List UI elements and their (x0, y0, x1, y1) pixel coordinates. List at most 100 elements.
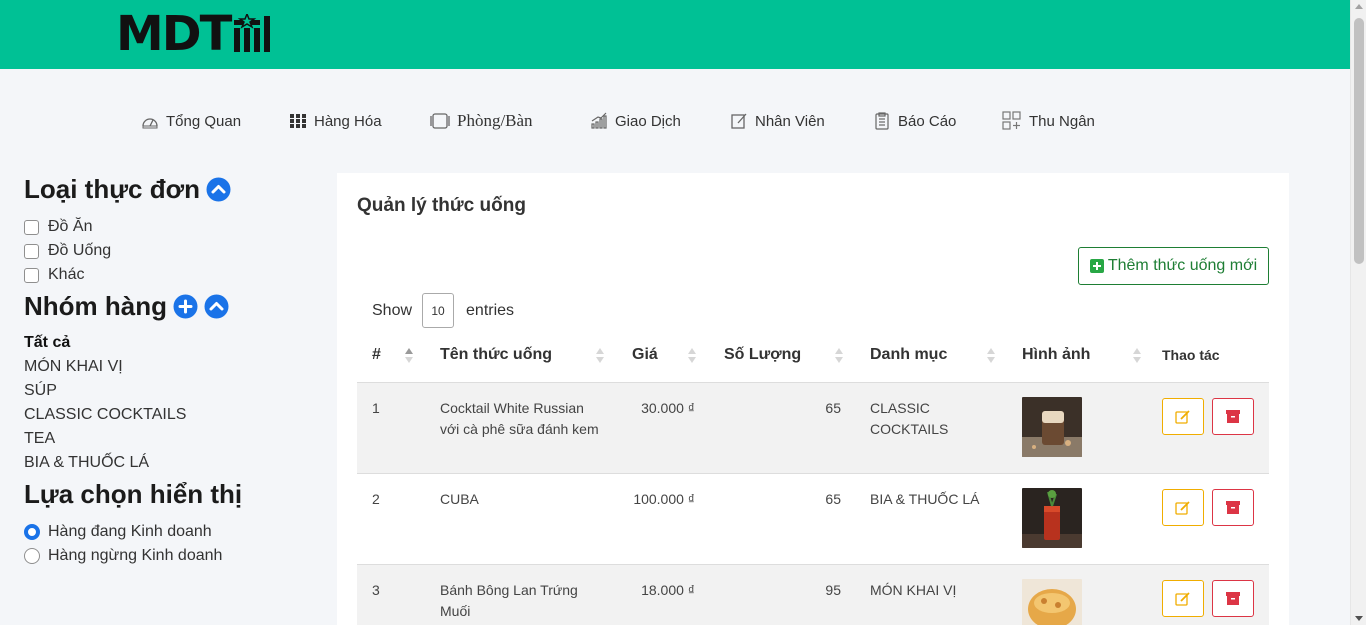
scrollbar-thumb[interactable] (1354, 18, 1364, 264)
delete-button[interactable] (1212, 489, 1254, 526)
nav-label: Tổng Quan (166, 112, 242, 130)
name-line: CUBA (440, 491, 479, 507)
sort-icon[interactable] (987, 348, 995, 364)
sort-icon[interactable] (596, 348, 604, 364)
category-line: COCKTAILS (870, 421, 949, 437)
main-nav: Tổng Quan Hàng Hóa Phòng/Bàn Giao Dịch N… (0, 108, 1350, 134)
menu-type-title: Loại thực đơn (24, 173, 200, 204)
page-length-select[interactable]: 10 (422, 293, 455, 328)
checkbox-label: Đồ Uống (48, 242, 112, 259)
radio[interactable] (24, 548, 40, 564)
sort-icon[interactable] (1133, 348, 1141, 364)
nav-label: Nhân Viên (755, 112, 825, 130)
nav-item-overview[interactable]: Tổng Quan (141, 108, 241, 134)
name-line: Muối (440, 603, 471, 619)
col-image[interactable]: Hình ảnh (1022, 338, 1090, 382)
edit-button[interactable] (1162, 489, 1204, 526)
row-category: MÓN KHAI VỊ (870, 580, 1010, 601)
row-price: 18.000 ₫ (641, 582, 695, 598)
col-actions: Thao tác (1162, 347, 1220, 363)
nav-item-cashier[interactable]: Thu Ngân (1002, 108, 1095, 134)
checkbox[interactable] (24, 219, 39, 235)
name-line: với cà phê sữa đánh kem (440, 421, 599, 437)
nav-item-tables[interactable]: Phòng/Bàn (430, 108, 533, 134)
sort-icon[interactable] (688, 348, 696, 364)
archive-icon (1226, 501, 1240, 514)
display-option-inactive[interactable]: Hàng ngừng Kinh doanh (24, 544, 324, 568)
nav-label: Giao Dịch (615, 112, 681, 130)
menu-type-food[interactable]: Đồ Ăn (24, 215, 324, 239)
group-heading: Nhóm hàng (24, 287, 324, 325)
group-title: Nhóm hàng (24, 290, 167, 321)
add-drink-button[interactable]: Thêm thức uống mới (1078, 247, 1269, 285)
group-item[interactable]: CLASSIC COCKTAILS (24, 403, 324, 427)
nav-item-transactions[interactable]: Giao Dịch (590, 108, 681, 134)
group-item[interactable]: SÚP (24, 379, 324, 403)
row-price: 100.000 ₫ (633, 491, 695, 507)
page-scrollbar[interactable] (1350, 0, 1366, 625)
radio-label: Hàng ngừng Kinh doanh (48, 547, 223, 564)
col-category[interactable]: Danh mục (870, 338, 947, 382)
col-name[interactable]: Tên thức uống (440, 338, 552, 382)
collapse-up-icon[interactable] (206, 177, 231, 202)
radio-selected[interactable] (24, 524, 40, 540)
table-row: 1 Cocktail White Russian với cà phê sữa … (357, 382, 1269, 473)
archive-icon (1226, 410, 1240, 423)
display-option-active[interactable]: Hàng đang Kinh doanh (24, 520, 324, 544)
row-index: 1 (372, 400, 380, 416)
delete-button[interactable] (1212, 580, 1254, 617)
table-header: # Tên thức uống Giá Số Lượng Danh mục Hì… (357, 338, 1269, 382)
nav-item-products[interactable]: Hàng Hóa (289, 108, 382, 134)
group-item[interactable]: BIA & THUỐC LÁ (24, 451, 324, 475)
collapse-up-icon[interactable] (204, 294, 229, 319)
scroll-down-icon[interactable] (1355, 616, 1363, 621)
edit-button[interactable] (1162, 398, 1204, 435)
group-item[interactable]: MÓN KHAI VỊ (24, 355, 324, 379)
nav-item-staff[interactable]: Nhân Viên (730, 108, 825, 134)
nav-label: Phòng/Bàn (457, 111, 533, 130)
edit-icon (1175, 500, 1190, 515)
checkbox[interactable] (24, 243, 39, 259)
scroll-up-icon[interactable] (1355, 4, 1363, 9)
logo-text: MDT (116, 6, 232, 62)
nav-item-reports[interactable]: Báo Cáo (873, 108, 956, 134)
entries-label: entries (466, 301, 515, 319)
row-quantity: 95 (825, 582, 841, 598)
col-quantity[interactable]: Số Lượng (724, 338, 801, 382)
checkbox-label: Đồ Ăn (48, 218, 93, 235)
nav-label: Thu Ngân (1029, 112, 1095, 130)
table-row: 3 Bánh Bông Lan Trứng Muối 18.000 ₫ 95 M… (357, 564, 1269, 625)
group-item-all[interactable]: Tất cả (24, 331, 324, 355)
drink-thumbnail (1022, 488, 1082, 548)
sort-icon[interactable] (405, 348, 413, 364)
table-icon (430, 113, 450, 129)
edit-button[interactable] (1162, 580, 1204, 617)
delete-button[interactable] (1212, 398, 1254, 435)
edit-icon (731, 113, 747, 129)
drink-thumbnail (1022, 397, 1082, 457)
group-item[interactable]: TEA (24, 427, 324, 451)
add-group-icon[interactable] (173, 294, 198, 319)
page-title: Quản lý thức uống (357, 195, 526, 216)
row-name: Cocktail White Russian với cà phê sữa đá… (440, 398, 620, 440)
checkbox[interactable] (24, 267, 39, 283)
checkbox-label: Khác (48, 266, 85, 283)
row-category: BIA & THUỐC LÁ (870, 489, 1010, 510)
logo-mark-icon (234, 14, 271, 52)
group-list: Tất cả MÓN KHAI VỊ SÚP CLASSIC COCKTAILS… (24, 331, 324, 475)
logo[interactable]: MDT (116, 6, 272, 62)
menu-type-drink[interactable]: Đồ Uống (24, 239, 324, 263)
page-length-control: Show 10 entries (372, 293, 514, 328)
chart-icon (591, 112, 607, 129)
row-quantity: 65 (825, 400, 841, 416)
menu-type-other[interactable]: Khác (24, 263, 324, 287)
add-drink-label: Thêm thức uống mới (1107, 257, 1258, 274)
name-line: Cocktail White Russian (440, 400, 584, 416)
dashboard-icon (142, 118, 158, 129)
row-name: CUBA (440, 489, 620, 510)
col-price[interactable]: Giá (632, 338, 658, 382)
row-index: 3 (372, 582, 380, 598)
col-index[interactable]: # (372, 338, 381, 382)
sort-icon[interactable] (835, 348, 843, 364)
row-category: CLASSIC COCKTAILS (870, 398, 1010, 440)
